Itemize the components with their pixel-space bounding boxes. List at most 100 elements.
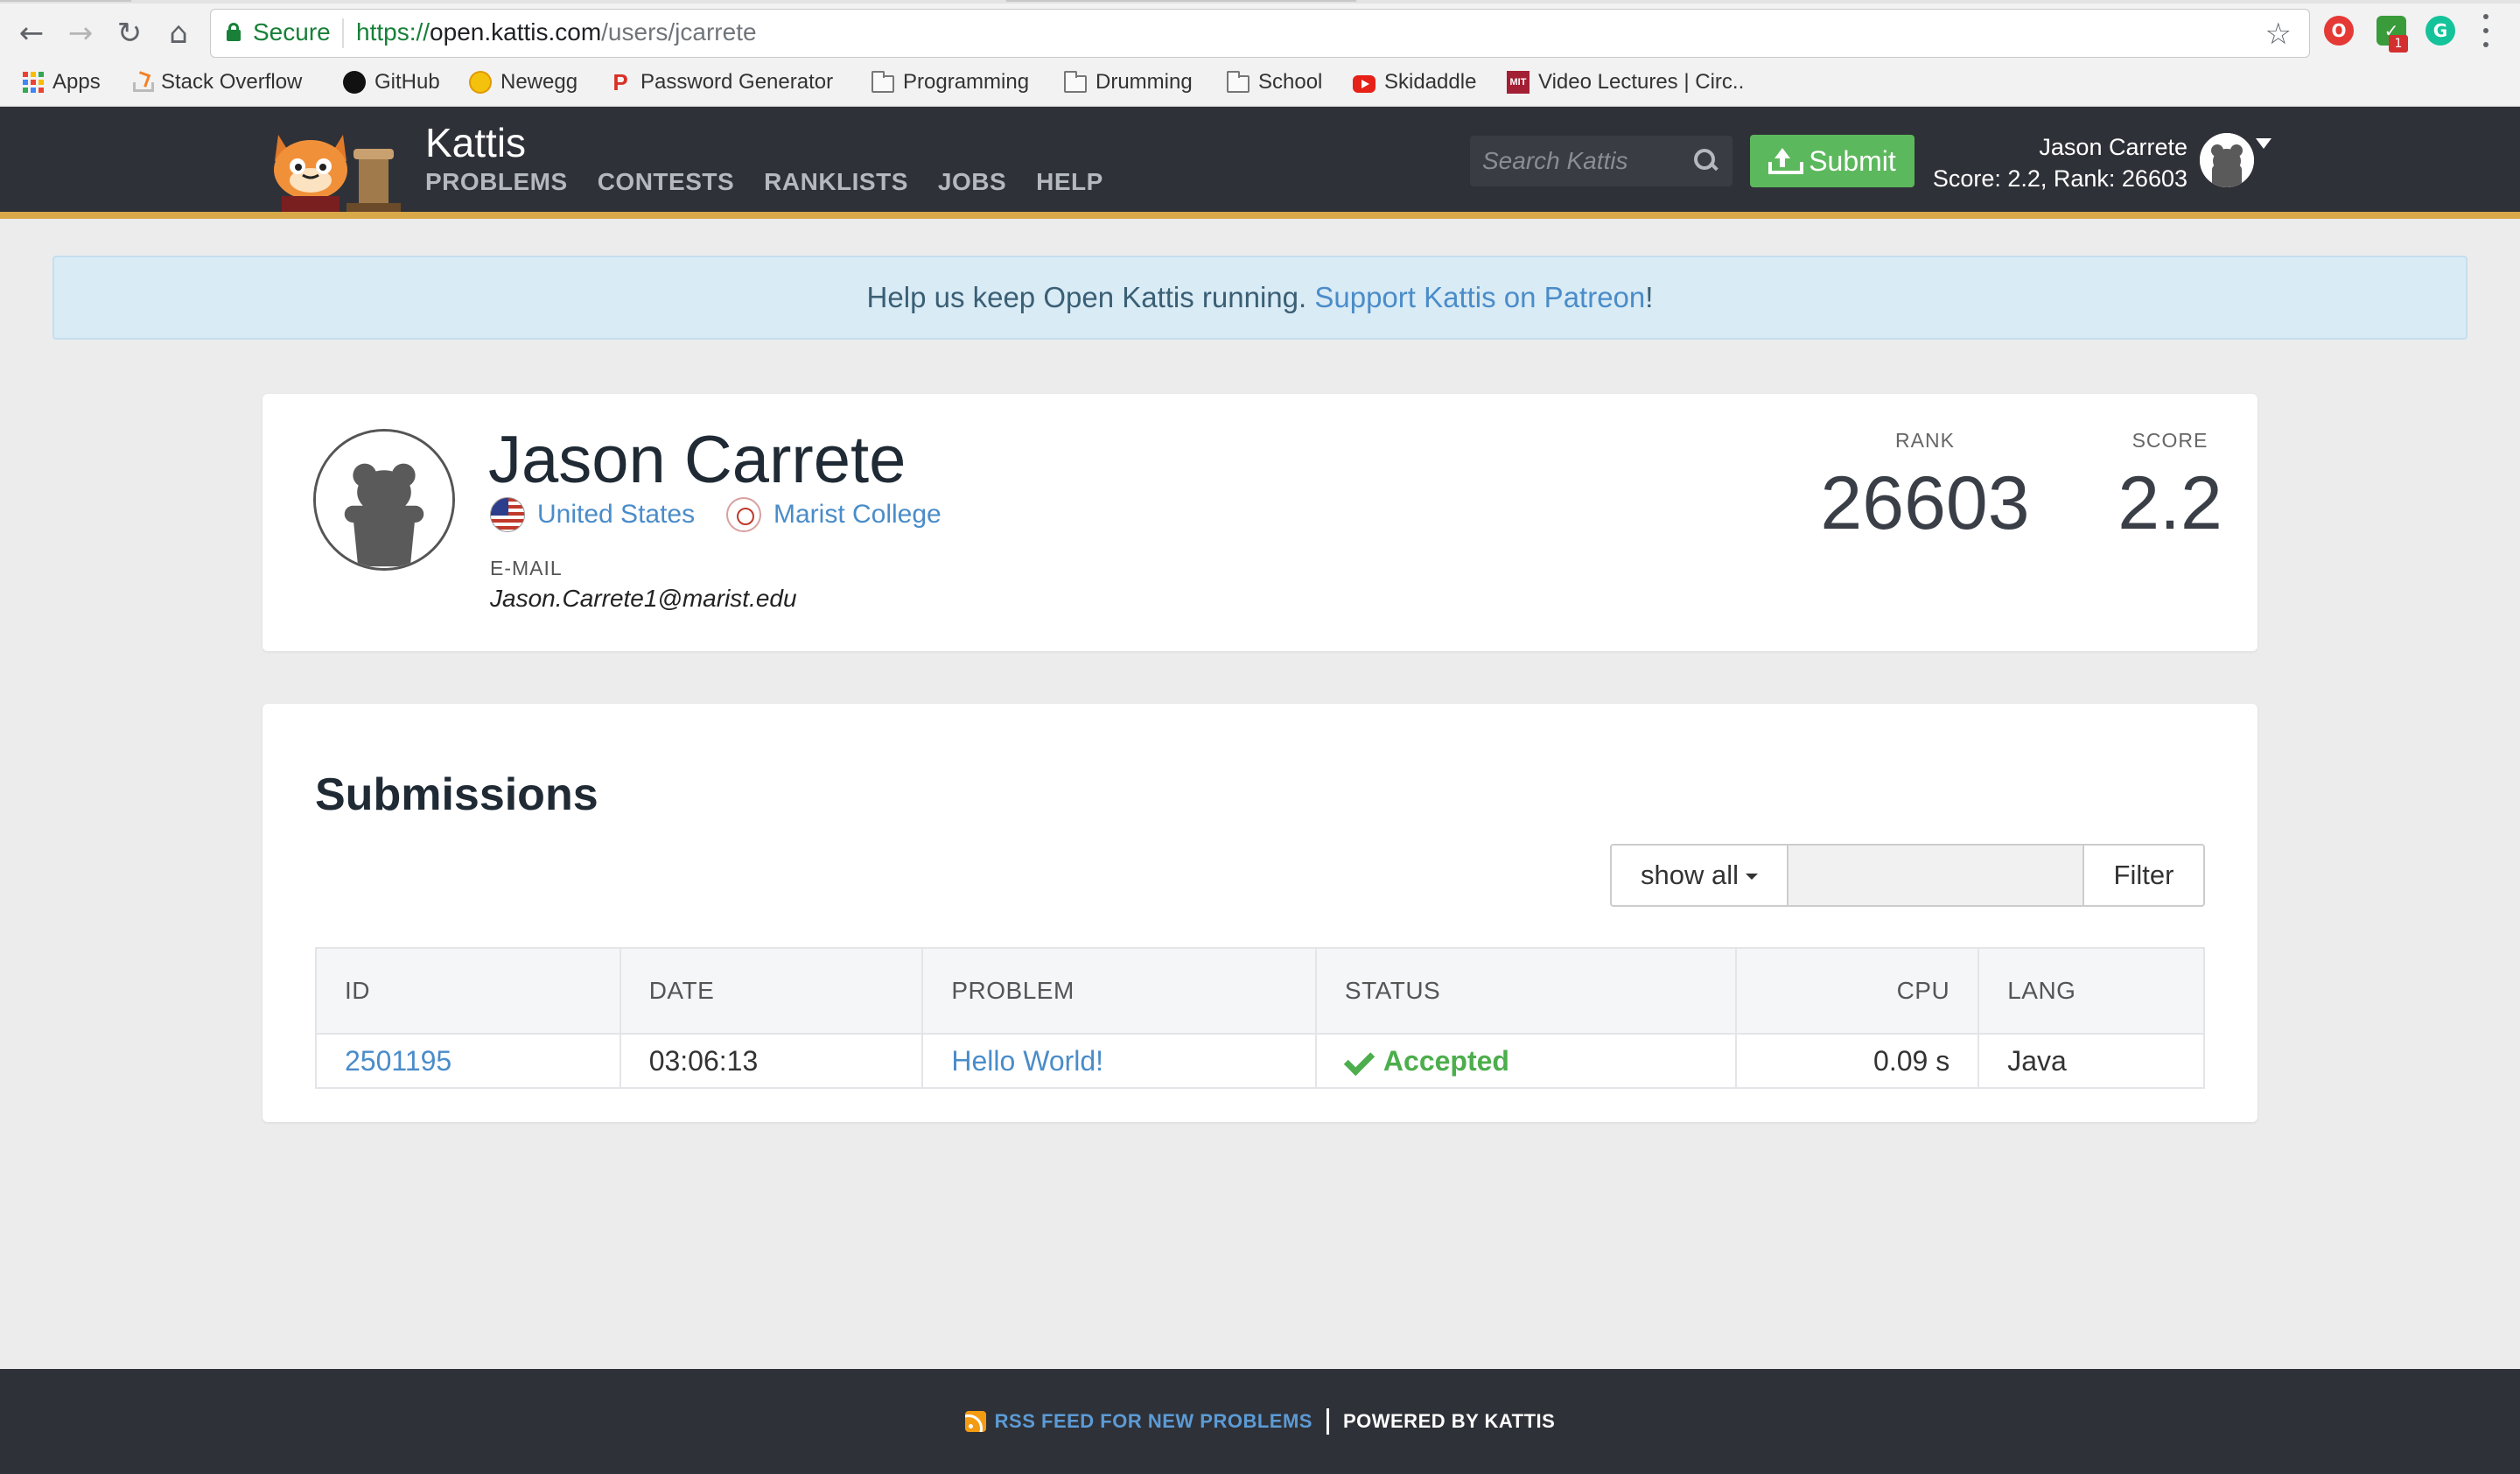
user-score-rank: Score: 2.2, Rank: 26603 (1932, 165, 2188, 192)
main-nav: PROBLEMS CONTESTS RANKLISTS JOBS HELP (425, 168, 1103, 196)
submissions-title: Submissions (315, 769, 598, 820)
submit-button[interactable]: Submit (1750, 135, 1914, 187)
nav-ranklists[interactable]: RANKLISTS (764, 168, 908, 196)
submission-filter: show all Filter (1610, 844, 2205, 907)
college-seal-icon (726, 497, 761, 532)
stackoverflow-icon (130, 71, 154, 94)
table-row: 2501195 03:06:13 Hello World! Accepted 0… (315, 1033, 2205, 1089)
submission-lang: Java (1978, 1033, 2205, 1089)
nav-contests[interactable]: CONTESTS (598, 168, 734, 196)
submission-date: 03:06:13 (619, 1033, 924, 1089)
bookmark-newegg[interactable]: Newegg (465, 67, 578, 98)
folder-icon (1064, 71, 1087, 93)
user-summary[interactable]: Jason Carrete Score: 2.2, Rank: 26603 (1933, 131, 2188, 194)
bookmark-drumming[interactable]: Drumming (1064, 67, 1193, 98)
powered-by-text: POWERED BY KATTIS (1342, 1410, 1556, 1432)
search-input[interactable] (1482, 144, 1675, 178)
nav-problems[interactable]: PROBLEMS (425, 168, 568, 196)
submissions-table: ID DATE PROBLEM STATUS CPU LANG 2501195 … (315, 947, 2205, 1089)
show-all-dropdown[interactable]: show all (1610, 844, 1788, 907)
filter-input[interactable] (1788, 844, 2084, 907)
problem-link[interactable]: Hello World! (951, 1045, 1103, 1077)
col-status: STATUS (1314, 947, 1737, 1035)
upload-icon (1768, 148, 1804, 174)
github-icon (343, 71, 366, 94)
footer-divider (1326, 1408, 1329, 1435)
bookmark-apps[interactable]: Apps (23, 67, 101, 98)
mit-ocw-icon: MIT (1507, 71, 1530, 94)
apps-grid-icon (23, 72, 44, 93)
home-icon[interactable]: ⌂ (159, 14, 198, 53)
rss-icon (964, 1411, 986, 1432)
browser-menu-icon[interactable] (2482, 14, 2490, 47)
bookmark-stackoverflow[interactable]: Stack Overflow (130, 67, 302, 98)
nav-jobs[interactable]: JOBS (938, 168, 1006, 196)
school-link[interactable]: Marist College (774, 500, 942, 530)
bookmark-github[interactable]: GitHub (343, 67, 440, 98)
profile-card: Jason Carrete United States Marist Colle… (262, 394, 2258, 651)
profile-avatar (313, 429, 455, 571)
forward-arrow-icon[interactable]: → (61, 14, 100, 53)
email-label: E-MAIL (490, 557, 563, 579)
browser-chrome: ← → ↻ ⌂ Secure https://open.kattis.com/u… (0, 0, 2520, 107)
back-arrow-icon[interactable]: ← (12, 14, 51, 53)
patreon-link[interactable]: Support Kattis on Patreon (1314, 281, 1645, 314)
url-text[interactable]: https://open.kattis.com/users/jcarrete (356, 18, 757, 46)
extension-badge: 1 (2389, 35, 2408, 53)
col-problem: PROBLEM (921, 947, 1317, 1035)
search-box (1470, 136, 1732, 186)
address-divider (342, 18, 344, 48)
col-cpu: CPU (1734, 947, 1980, 1035)
col-lang: LANG (1978, 947, 2205, 1035)
tab-strip (0, 0, 2520, 4)
profile-school: Marist College (726, 497, 942, 532)
newegg-icon (465, 67, 496, 98)
nav-help[interactable]: HELP (1036, 168, 1103, 196)
secure-label: Secure (253, 18, 331, 46)
address-bar[interactable]: Secure https://open.kattis.com/users/jca… (210, 9, 2310, 58)
status-badge: Accepted (1345, 1045, 1735, 1077)
caret-down-icon (1746, 873, 1758, 880)
profile-country: United States (490, 497, 695, 532)
bookmark-video-lectures[interactable]: MIT Video Lectures | Circ.. (1507, 67, 1744, 98)
grammarly-icon[interactable]: G (2426, 16, 2455, 46)
score-label: SCORE (2132, 429, 2208, 452)
submission-id-link[interactable]: 2501195 (345, 1045, 452, 1077)
reload-icon[interactable]: ↻ (110, 14, 149, 53)
checkmark-icon (1345, 1050, 1371, 1071)
email-value: Jason.Carrete1@marist.edu (490, 585, 797, 612)
submissions-card: Submissions show all Filter ID DATE PROB… (262, 704, 2258, 1122)
table-header-row: ID DATE PROBLEM STATUS CPU LANG (315, 947, 2205, 1035)
password-generator-icon: P (612, 69, 628, 95)
score-value: 2.2 (2118, 461, 2222, 545)
rank-value: 26603 (1820, 461, 2030, 545)
patreon-alert: Help us keep Open Kattis running. Suppor… (52, 256, 2468, 340)
opera-extension-icon[interactable]: O (2324, 16, 2354, 46)
submission-cpu: 0.09 s (1734, 1033, 1980, 1089)
header-accent-bar (0, 212, 2520, 219)
us-flag-icon (490, 497, 525, 532)
bookmark-programming[interactable]: Programming (872, 67, 1029, 98)
country-link[interactable]: United States (537, 500, 695, 530)
rank-label: RANK (1895, 429, 1955, 452)
rss-feed-link[interactable]: RSS FEED FOR NEW PROBLEMS (995, 1410, 1312, 1433)
profile-name: Jason Carrete (488, 423, 906, 497)
filter-button[interactable]: Filter (2084, 844, 2205, 907)
user-name: Jason Carrete (2039, 134, 2188, 160)
user-menu-caret-icon[interactable] (2256, 138, 2272, 149)
bookmark-star-icon[interactable]: ☆ (2265, 17, 2292, 52)
search-icon[interactable] (1692, 147, 1718, 173)
user-avatar[interactable] (2200, 133, 2254, 187)
bookmarks-bar: Apps Stack Overflow GitHub Newegg P Pass… (0, 63, 2520, 102)
kattis-logo-icon[interactable] (262, 119, 404, 212)
bookmark-skidaddle[interactable]: Skidaddle (1353, 67, 1476, 98)
col-date: DATE (619, 947, 924, 1035)
bookmark-school[interactable]: School (1227, 67, 1322, 98)
col-id: ID (315, 947, 621, 1035)
youtube-icon (1353, 74, 1376, 93)
folder-icon (872, 71, 894, 93)
lock-icon (227, 23, 241, 41)
site-footer: RSS FEED FOR NEW PROBLEMS POWERED BY KAT… (0, 1369, 2520, 1474)
brand-title[interactable]: Kattis (425, 119, 526, 166)
bookmark-password-generator[interactable]: P Password Generator (609, 67, 833, 98)
